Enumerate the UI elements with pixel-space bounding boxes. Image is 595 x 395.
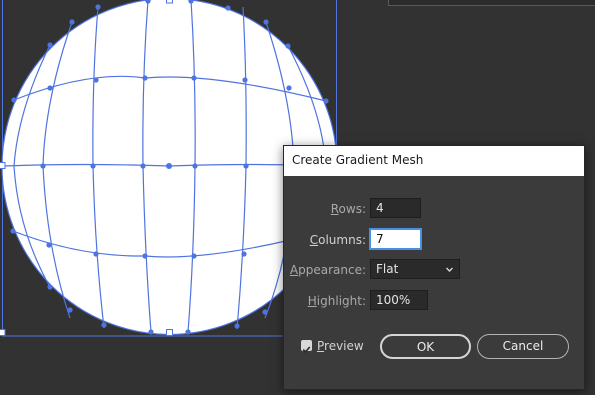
rows-label: Rows: bbox=[330, 202, 366, 216]
ok-button[interactable]: OK bbox=[380, 334, 471, 359]
create-gradient-mesh-dialog: Create Gradient Mesh Rows: 4 Columns: 7 … bbox=[283, 145, 585, 390]
highlight-input[interactable]: 100% bbox=[370, 290, 428, 310]
appearance-dropdown[interactable]: Flat bbox=[370, 259, 460, 279]
dialog-title: Create Gradient Mesh bbox=[292, 153, 424, 167]
columns-label: Columns: bbox=[309, 233, 366, 247]
preview-label[interactable]: Preview bbox=[317, 339, 364, 353]
cancel-button[interactable]: Cancel bbox=[477, 334, 569, 359]
panel-edge bbox=[388, 0, 595, 6]
dialog-titlebar[interactable]: Create Gradient Mesh bbox=[284, 146, 584, 176]
chevron-down-icon bbox=[446, 267, 453, 272]
highlight-label: Highlight: bbox=[307, 294, 366, 308]
illustrator-workspace: Create Gradient Mesh Rows: 4 Columns: 7 … bbox=[0, 0, 595, 395]
appearance-value: Flat bbox=[376, 262, 399, 276]
checkmark-icon bbox=[302, 346, 311, 353]
columns-input[interactable]: 7 bbox=[370, 229, 421, 249]
rows-input[interactable]: 4 bbox=[370, 198, 421, 218]
appearance-label: Appearance: bbox=[289, 263, 366, 277]
preview-checkbox[interactable] bbox=[301, 340, 312, 353]
